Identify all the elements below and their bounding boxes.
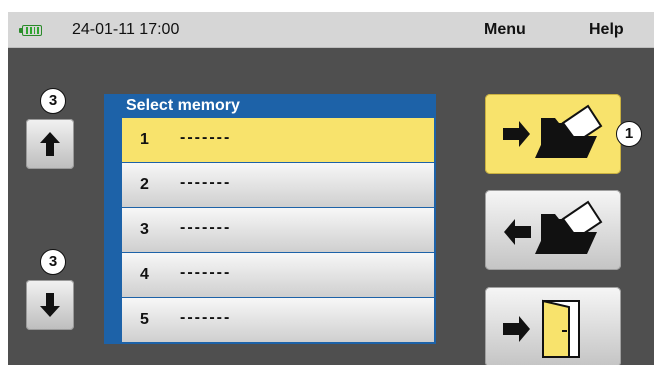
arrow-up-icon xyxy=(40,132,60,156)
memory-item-5[interactable]: 5 ------- xyxy=(122,298,434,342)
arrow-into-folder-icon xyxy=(503,104,603,158)
memory-list: Select memory 1 ------- 2 ------- 3 ----… xyxy=(104,94,436,344)
callout-save: 1 xyxy=(616,121,642,147)
memory-item-value: ------- xyxy=(180,174,232,191)
list-title: Select memory xyxy=(126,97,240,114)
exit-button[interactable] xyxy=(485,287,621,365)
memory-item-1[interactable]: 1 ------- xyxy=(122,118,434,162)
memory-item-2[interactable]: 2 ------- xyxy=(122,163,434,207)
battery-icon xyxy=(19,25,42,36)
memory-item-value: ------- xyxy=(180,219,232,236)
memory-item-value: ------- xyxy=(180,309,232,326)
memory-rows: 1 ------- 2 ------- 3 ------- 4 ------- … xyxy=(122,118,434,343)
status-bar: 24-01-11 17:00 Menu Help xyxy=(8,12,654,48)
callout-up: 3 xyxy=(40,88,66,114)
memory-item-value: ------- xyxy=(180,264,232,281)
load-from-memory-button[interactable] xyxy=(485,190,621,270)
memory-item-number: 5 xyxy=(140,311,149,328)
help-button[interactable]: Help xyxy=(589,21,624,39)
callout-down: 3 xyxy=(40,249,66,275)
memory-item-number: 3 xyxy=(140,221,149,238)
date-time: 24-01-11 17:00 xyxy=(72,21,180,38)
memory-item-value: ------- xyxy=(180,129,232,146)
memory-item-4[interactable]: 4 ------- xyxy=(122,253,434,297)
memory-item-number: 2 xyxy=(140,176,149,193)
arrow-down-icon xyxy=(40,293,60,317)
scroll-down-button[interactable] xyxy=(26,280,74,330)
memory-item-3[interactable]: 3 ------- xyxy=(122,208,434,252)
memory-item-number: 1 xyxy=(140,131,149,148)
device-screen: 24-01-11 17:00 Menu Help 3 3 Select memo… xyxy=(8,12,654,365)
scroll-up-button[interactable] xyxy=(26,119,74,169)
arrow-out-of-folder-icon xyxy=(504,200,603,254)
menu-button[interactable]: Menu xyxy=(484,21,526,39)
memory-item-number: 4 xyxy=(140,266,149,283)
save-to-memory-button[interactable] xyxy=(485,94,621,174)
arrow-into-door-icon xyxy=(503,299,580,358)
